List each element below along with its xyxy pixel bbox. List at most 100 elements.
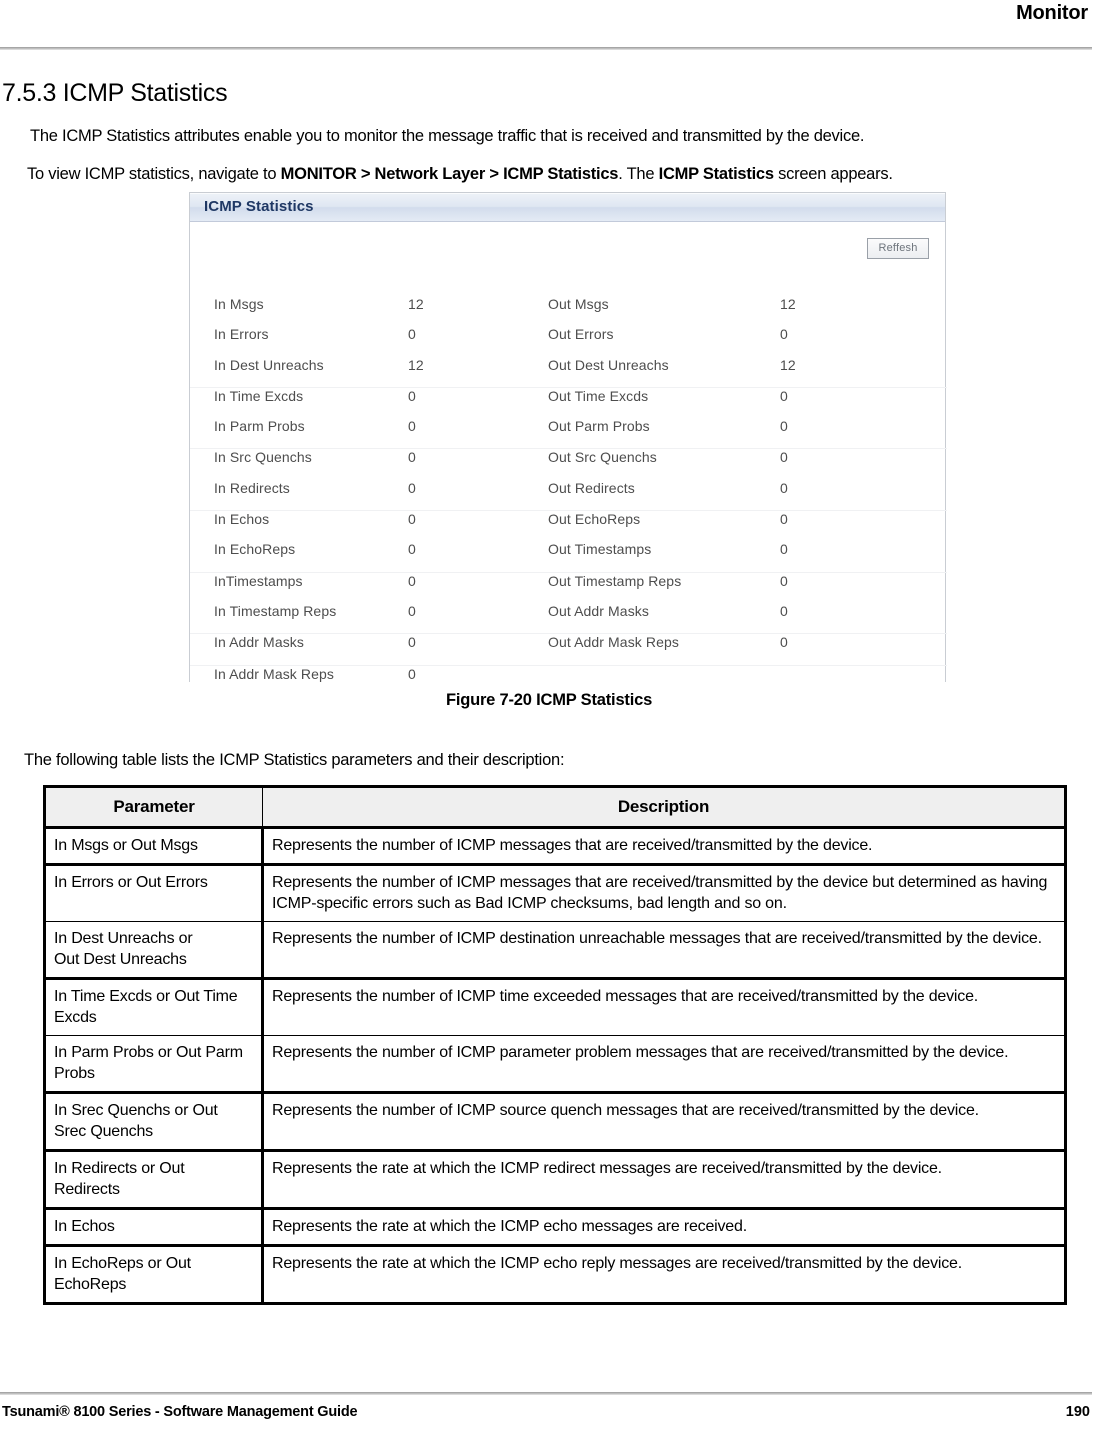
stat-out-label: Out Msgs xyxy=(548,296,609,312)
nav-text-mid: . The xyxy=(618,164,659,183)
stat-out-label: Out Time Excds xyxy=(548,387,649,404)
stat-in-label: In Addr Mask Reps xyxy=(214,665,334,682)
stat-in-value: 12 xyxy=(408,356,424,373)
page-running-header: Monitor xyxy=(0,0,1098,46)
stat-out-label: Out Src Quenchs xyxy=(548,449,657,466)
table-row: In Msgs or Out Msgs Represents the number… xyxy=(44,827,1066,865)
stat-out-label: Out Addr Masks xyxy=(548,602,649,619)
stat-in-value: 0 xyxy=(408,634,416,651)
stat-out-label: Out EchoReps xyxy=(548,511,641,528)
stat-out-value: 0 xyxy=(780,449,788,466)
stat-in-label: In Parm Probs xyxy=(214,418,305,435)
stat-in-label: In Addr Masks xyxy=(214,634,305,651)
stat-row: In Errors 0 Out Errors 0 xyxy=(190,326,947,356)
stat-in-value: 0 xyxy=(408,418,416,435)
column-header-description: Description xyxy=(262,786,1066,829)
table-row: In Echos Represents the rate at which the… xyxy=(44,1207,1066,1246)
header-divider-rule xyxy=(0,47,1092,50)
parameter-description-table: Parameter Description In Msgs or Out Msg… xyxy=(43,785,1067,1305)
cell-description: Represents the rate at which the ICMP ec… xyxy=(262,1207,1066,1246)
app-window: ICMP Statistics Reffesh In Msgs 12 Out Msg… xyxy=(189,192,947,682)
cell-parameter: In EchoReps or Out EchoReps xyxy=(44,1244,264,1304)
column-header-parameter: Parameter xyxy=(44,786,263,829)
stat-row: In Src Quenchs 0 Out Src Quenchs 0 xyxy=(190,449,947,479)
app-titlebar: ICMP Statistics xyxy=(190,193,945,222)
figure-caption: Figure 7-20 ICMP Statistics xyxy=(445,691,653,709)
stat-out-label: Out Dest Unreachs xyxy=(548,356,669,373)
stat-out-value: 0 xyxy=(780,634,788,651)
stat-out-label: Out Parm Probs xyxy=(548,418,650,435)
nav-text-tail: screen appears. xyxy=(773,164,893,183)
navigation-paragraph: To view ICMP statistics, navigate to MON… xyxy=(27,164,1077,184)
table-row: In Time Excds or Out Time Excds Represent… xyxy=(44,977,1066,1036)
cell-description: Represents the number of ICMP messages t… xyxy=(262,863,1066,922)
cell-parameter: In Srec Quenchs or Out Srec Quenchs xyxy=(44,1091,264,1151)
stat-out-value: 0 xyxy=(780,572,788,589)
stat-row: In Time Excds 0 Out Time Excds 0 xyxy=(190,388,947,418)
refresh-button[interactable]: Reffesh xyxy=(867,238,929,259)
stat-row: In Redirects 0 Out Redirects 0 xyxy=(190,479,947,512)
figure-icmp-statistics: ICMP Statistics Reffesh In Msgs 12 Out Msg… xyxy=(189,192,947,682)
cell-description: Represents the rate at which the ICMP re… xyxy=(262,1149,1066,1209)
cell-description: Represents the number of ICMP source que… xyxy=(262,1091,1066,1151)
stat-in-value: 0 xyxy=(408,511,416,528)
stat-in-value: 12 xyxy=(408,296,424,312)
cell-description: Represents the number of ICMP parameter … xyxy=(262,1035,1066,1093)
stat-in-label: In Echos xyxy=(214,511,270,528)
stat-row: In EchoReps 0 Out Timestamps 0 xyxy=(190,541,947,573)
table-row: In Srec Quenchs or Out Srec Quenchs Repre… xyxy=(44,1091,1066,1151)
stat-in-label: In EchoReps xyxy=(214,541,296,558)
stat-row: In Parm Probs 0 Out Parm Probs 0 xyxy=(190,418,947,450)
stat-in-label: In Time Excds xyxy=(214,387,304,404)
cell-description: Represents the number of ICMP time excee… xyxy=(262,977,1066,1036)
nav-path-bold: MONITOR > Network Layer > ICMP Statistic… xyxy=(280,164,619,183)
stat-out-value: 12 xyxy=(780,356,796,373)
cell-parameter: In Time Excds or Out Time Excds xyxy=(44,977,264,1036)
stat-in-value: 0 xyxy=(408,387,416,404)
stat-out-value: 0 xyxy=(780,326,788,343)
cell-parameter: In Redirects or Out Redirects xyxy=(44,1149,264,1209)
stat-out-label: Out Addr Mask Reps xyxy=(548,634,679,651)
stat-in-label: In Msgs xyxy=(214,296,264,312)
stat-in-value: 0 xyxy=(408,572,416,589)
app-window-body: Reffesh In Msgs 12 Out Msgs 12 In Errors 0 Out… xyxy=(190,222,947,682)
nav-screen-bold: ICMP Statistics xyxy=(658,164,774,183)
stat-out-value: 0 xyxy=(780,387,788,404)
cell-parameter: In Errors or Out Errors xyxy=(44,863,264,922)
stat-out-value: 0 xyxy=(780,511,788,528)
cell-parameter: In Parm Probs or Out Parm Probs xyxy=(44,1035,264,1093)
stat-out-value: 0 xyxy=(780,479,788,496)
stat-out-label: Out Timestamps xyxy=(548,541,652,558)
stat-in-value: 0 xyxy=(408,602,416,619)
stat-in-label: InTimestamps xyxy=(214,572,303,589)
stat-in-label: In Redirects xyxy=(214,479,290,496)
table-body: In Msgs or Out Msgs Represents the number… xyxy=(44,827,1066,1304)
table-header: Parameter Description xyxy=(44,786,1066,829)
section-heading: 7.5.3 ICMP Statistics xyxy=(2,78,228,107)
stat-out-value: 0 xyxy=(780,418,788,435)
stat-row: InTimestamps 0 Out Timestamp Reps 0 xyxy=(190,573,947,603)
table-lead-in-paragraph: The following table lists the ICMP Stati… xyxy=(24,750,565,769)
app-window-title: ICMP Statistics xyxy=(204,198,314,215)
table-row: In Errors or Out Errors Represents the nu… xyxy=(44,863,1066,922)
footer-page-number: 190 xyxy=(1065,1404,1090,1420)
stat-in-label: In Errors xyxy=(214,326,269,343)
nav-text-lead: To view ICMP statistics, navigate to xyxy=(27,164,281,183)
cell-description: Represents the number of ICMP destinatio… xyxy=(262,921,1066,979)
stat-out-label: Out Redirects xyxy=(548,479,635,496)
stat-out-value: 0 xyxy=(780,602,788,619)
icmp-statistics-grid: In Msgs 12 Out Msgs 12 In Errors 0 Out Errors 0… xyxy=(190,296,947,696)
cell-description: Represents the rate at which the ICMP ec… xyxy=(262,1244,1066,1304)
stat-row: In Msgs 12 Out Msgs 12 xyxy=(190,296,947,326)
stat-in-value: 0 xyxy=(408,326,416,343)
stat-in-label: In Dest Unreachs xyxy=(214,356,324,373)
cell-parameter: In Msgs or Out Msgs xyxy=(44,827,264,865)
table-header-row: Parameter Description xyxy=(44,786,1066,829)
stat-in-value: 0 xyxy=(408,665,416,682)
stat-in-value: 0 xyxy=(408,479,416,496)
stat-row: In Dest Unreachs 12 Out Dest Unreachs 12 xyxy=(190,357,947,388)
cell-parameter: In Dest Unreachs or Out Dest Unreachs xyxy=(44,921,264,979)
stat-in-label: In Src Quenchs xyxy=(214,449,312,466)
stat-out-value: 0 xyxy=(780,541,788,558)
cell-description: Represents the number of ICMP messages t… xyxy=(262,827,1066,865)
